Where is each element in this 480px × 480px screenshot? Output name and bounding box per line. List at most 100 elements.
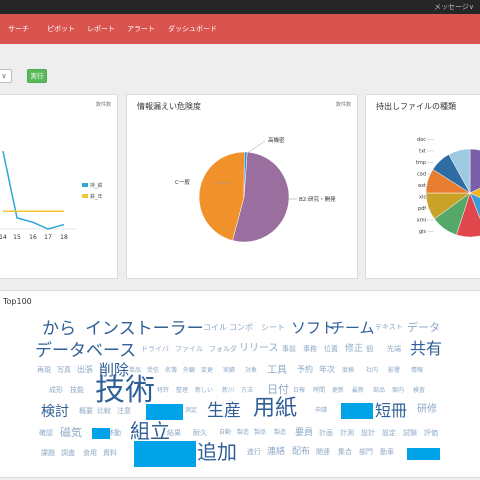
cloud-word[interactable]: 事務 — [303, 346, 317, 353]
cloud-word[interactable]: 社内 — [366, 368, 378, 374]
cloud-word[interactable]: 動車 — [380, 449, 394, 456]
cloud-word[interactable]: 短冊 — [375, 403, 407, 419]
cloud-word[interactable]: 新川 — [222, 388, 234, 394]
cloud-word[interactable]: 課題 — [41, 450, 55, 457]
cloud-word[interactable]: 概要 — [79, 408, 93, 415]
nav-alert[interactable]: アラート — [127, 24, 155, 34]
cloud-word[interactable]: 特許 — [157, 388, 169, 394]
cloud-word[interactable]: 調査 — [61, 450, 75, 457]
cloud-word[interactable]: から — [42, 321, 76, 338]
cloud-word[interactable]: 確認 — [39, 430, 53, 437]
cloud-word[interactable]: 予約 — [297, 366, 313, 374]
cloud-word[interactable]: 組立 — [130, 421, 170, 441]
cloud-word[interactable]: データベース — [35, 343, 136, 360]
cloud-word[interactable]: 食用 — [83, 450, 97, 457]
cloud-word[interactable]: 用紙 — [253, 398, 297, 420]
cloud-word[interactable]: ファイル — [175, 346, 203, 353]
cloud-word[interactable]: 設定 — [382, 430, 396, 437]
cloud-word[interactable]: 成形 — [49, 387, 63, 394]
cloud-word[interactable]: 設計 — [361, 430, 375, 437]
cloud-word[interactable]: 部門 — [359, 449, 373, 456]
period-select[interactable]: ∨ — [0, 69, 12, 83]
cloud-word[interactable]: 工具 — [267, 366, 287, 376]
cloud-word[interactable]: 日付 — [267, 384, 289, 395]
cloud-word[interactable]: 位置 — [324, 346, 338, 353]
cloud-word[interactable]: 先端 — [387, 346, 401, 353]
cloud-word[interactable]: 磁気 — [60, 427, 82, 438]
cloud-word[interactable]: 集合 — [338, 449, 352, 456]
cloud-word[interactable]: チーム — [330, 321, 375, 336]
cloud-word[interactable]: 製品 — [254, 430, 266, 436]
cloud-word[interactable]: 計画 — [319, 430, 333, 437]
cloud-word[interactable]: シート — [261, 324, 285, 332]
cloud-word[interactable]: 技能 — [70, 387, 84, 394]
nav-search[interactable]: サーチ — [8, 24, 29, 34]
cloud-word[interactable]: 影響 — [388, 368, 400, 374]
cloud-word[interactable]: 試験 — [403, 430, 417, 437]
messages-menu[interactable]: メッセージ∨ — [434, 2, 474, 12]
cloud-word[interactable]: 年次 — [319, 366, 335, 374]
cloud-word[interactable]: 写真 — [57, 367, 71, 374]
cloud-word[interactable]: 時間 — [313, 388, 325, 394]
run-button[interactable]: 実行 — [27, 69, 47, 83]
cloud-word[interactable]: 関連 — [316, 449, 330, 456]
cloud-word[interactable]: 要員 — [295, 429, 313, 438]
cloud-word[interactable]: 情報 — [411, 368, 423, 374]
cloud-word[interactable]: 連絡 — [267, 448, 285, 457]
cloud-word[interactable]: 案内 — [392, 388, 404, 394]
cloud-word[interactable]: 製造 — [274, 430, 286, 436]
cloud-word[interactable]: 修正 — [345, 345, 363, 354]
nav-dashboard[interactable]: ダッシュボード — [168, 24, 217, 34]
cloud-word[interactable]: コイル — [203, 324, 227, 332]
cloud-word[interactable]: 更新 — [332, 388, 344, 394]
cloud-word[interactable]: 整理 — [176, 388, 188, 394]
cloud-word[interactable]: 比較 — [97, 408, 111, 415]
cloud-word[interactable]: 検査 — [413, 388, 425, 394]
cloud-word[interactable]: 生産 — [207, 403, 241, 420]
nav-report[interactable]: レポート — [87, 24, 115, 34]
cloud-word[interactable]: 申請 — [315, 408, 327, 414]
cloud-word[interactable]: データ — [407, 322, 440, 333]
file-type-label: xml — [417, 218, 426, 224]
cloud-word[interactable]: 耐久 — [193, 430, 207, 437]
cloud-word[interactable]: 最新 — [352, 388, 364, 394]
cloud-word[interactable]: 個 — [366, 346, 373, 353]
cloud-word[interactable]: 測定 — [185, 408, 197, 414]
cloud-word[interactable]: 日報 — [293, 388, 305, 394]
cloud-word[interactable]: リリース — [239, 344, 279, 354]
cloud-word[interactable]: 対象 — [245, 368, 257, 374]
cloud-word[interactable]: 自動 — [219, 430, 231, 436]
cloud-word[interactable]: 注意 — [117, 408, 131, 415]
cloud-word[interactable]: 技術 — [95, 376, 155, 406]
cloud-word[interactable]: テキスト — [375, 324, 403, 331]
cloud-word[interactable]: 再現 — [37, 367, 51, 374]
cloud-word[interactable]: 部品 — [373, 388, 385, 394]
cloud-word[interactable]: 検討 — [41, 405, 69, 419]
cloud-word[interactable]: 配布 — [292, 448, 310, 457]
cloud-word[interactable]: 名簿 — [165, 368, 177, 374]
cloud-word[interactable]: 計測 — [340, 430, 354, 437]
cloud-word[interactable]: 追加 — [197, 442, 237, 462]
cloud-word[interactable]: 進行 — [247, 449, 261, 456]
cloud-word[interactable]: 資料 — [103, 450, 117, 457]
cloud-word[interactable]: 事前 — [282, 346, 296, 353]
cloud-word[interactable]: 製造 — [237, 430, 249, 436]
cloud-word[interactable]: 共有 — [410, 341, 442, 357]
cloud-word[interactable]: インストーラー — [85, 321, 204, 338]
trend-chart: 14 15 16 17 18 持_鉄 鉄_年 — [0, 150, 103, 241]
cloud-word[interactable]: 方法 — [241, 388, 253, 394]
file-type-label: ext — [418, 183, 426, 189]
cloud-word[interactable]: 度検 — [342, 368, 354, 374]
cloud-word[interactable]: 実績 — [223, 368, 235, 374]
cloud-word[interactable]: 出張 — [77, 366, 93, 374]
cloud-word[interactable]: 結果 — [167, 430, 181, 437]
cloud-word[interactable]: 変更 — [201, 368, 213, 374]
nav-pivot[interactable]: ピボット — [47, 24, 75, 34]
cloud-word[interactable]: フォルダ — [209, 346, 237, 353]
cloud-word[interactable]: 評価 — [424, 430, 438, 437]
cloud-word[interactable]: コンポ — [229, 324, 253, 332]
cloud-word[interactable]: ドライバ — [141, 346, 169, 353]
cloud-word[interactable]: 研修 — [417, 405, 437, 415]
cloud-word[interactable]: 外観 — [183, 368, 195, 374]
cloud-word[interactable]: 新しい — [195, 388, 213, 394]
